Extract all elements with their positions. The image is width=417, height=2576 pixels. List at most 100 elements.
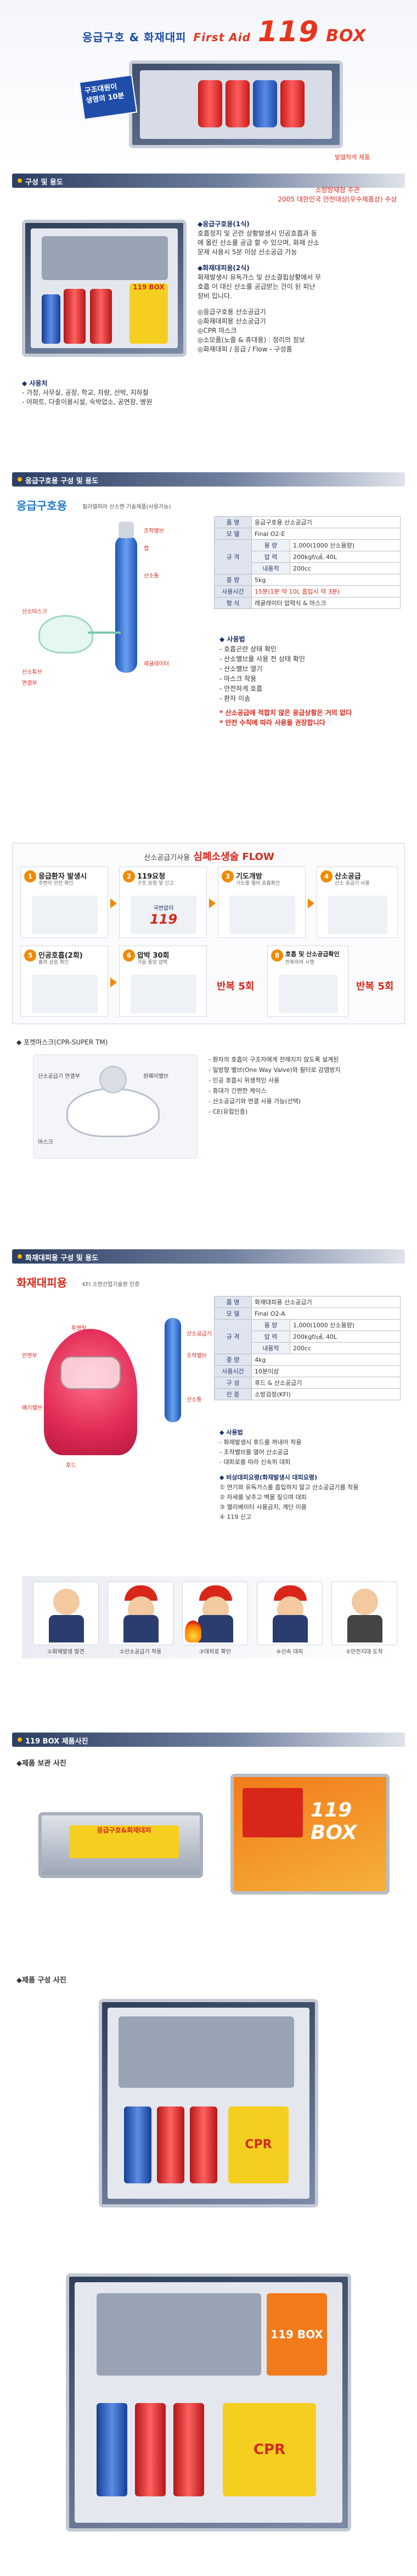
- label-tank: 산소통: [144, 573, 159, 579]
- award-line: 2005 대한민국 안전대상(우수제품상) 수상: [278, 195, 397, 203]
- step-illustration: [279, 975, 338, 1013]
- case-sign-text: 응급구호&화재대피: [97, 1826, 151, 1834]
- cartoon-caption: ③대피로 확인: [199, 1649, 232, 1655]
- table-row: 품 명 화재대피용 산소공급기: [214, 1296, 401, 1308]
- cpr-pack: CPR: [223, 2403, 316, 2496]
- table-row: 사용시간 15분(1분 약 10L 흡입시 약 3분): [214, 585, 401, 597]
- evacuation-cartoon-2: [108, 1582, 173, 1645]
- note-line: ① 연기와 유독가스를 흡입하지 말고 산소공급기를 착용: [219, 1484, 359, 1491]
- evacuation-cartoon-4: [257, 1582, 323, 1645]
- repeat-label: 반복 5회: [356, 981, 394, 992]
- cpr-line: - 환자의 호흡이 구조자에게 전해지지 않도록 설계된: [208, 1056, 339, 1063]
- usage-line: - 조작밸브를 열어 산소공급: [219, 1449, 289, 1456]
- table-row: 중 량 4kg: [214, 1354, 401, 1366]
- cpr-part-label: 마스크: [38, 1139, 53, 1145]
- step-number: 6: [123, 949, 135, 962]
- step-title: 응급환자 발생시: [38, 873, 87, 881]
- cpr-part-label: 원웨이밸브: [143, 1074, 168, 1080]
- table-cell: 10분이상: [251, 1365, 401, 1377]
- section-bar-emergency: 응급구호용 구성 및 용도: [12, 472, 405, 487]
- step-title: 호흡 및 산소공급확인: [285, 951, 340, 958]
- badge-number: 119: [149, 911, 178, 927]
- step-illustration: [32, 896, 98, 934]
- parts-photo-label: ◆제품 구성 사진: [16, 1976, 66, 1985]
- cpr-pack-text: CPR: [245, 2138, 272, 2152]
- table-row: 사용시간 10분이상: [214, 1365, 401, 1377]
- flow-step-3: 3 기도개방 기도를 열어 호흡확인: [218, 867, 306, 938]
- step-number: 2: [123, 870, 135, 882]
- table-cell: 1,000(1000 산소용량): [290, 539, 401, 551]
- section-title: 응급구호용 구성 및 용도: [25, 477, 99, 485]
- box-label: 119 BOX: [129, 283, 168, 344]
- cartoon-caption: ④신속 대피: [276, 1649, 303, 1655]
- storage-photo-label: ◆제품 보관 사진: [16, 1759, 66, 1768]
- table-cell: 화재대피용 산소공급기: [251, 1296, 401, 1308]
- oxygen-can-red: [90, 289, 112, 344]
- table-row: 모 델 Final O2-A: [214, 1307, 401, 1320]
- table-cell: 응급구호용 산소공급기: [251, 516, 401, 528]
- label-mask: 산소마스크: [22, 609, 47, 615]
- face-icon: [352, 1589, 378, 1615]
- oxygen-mask-icon: [38, 615, 93, 653]
- step-number: 5: [24, 949, 36, 962]
- emergency-subheading: 필라델피아 산소캔 기술제품(사용가능): [82, 504, 171, 510]
- cpr-line: - CE(유럽인증): [208, 1108, 248, 1115]
- usage-places-title: ◆ 사용처: [22, 379, 48, 387]
- flow-title-main: 심폐소생술 FLOW: [193, 851, 274, 863]
- case-lid-panel: [119, 2016, 294, 2088]
- cartoon-caption: ②산소공급기 착용: [119, 1649, 162, 1655]
- label-regulator: 레귤레이터: [144, 661, 169, 667]
- hero-title-box: BOX: [326, 26, 367, 46]
- step-title: 압박 30회: [137, 952, 170, 960]
- table-cell: 사용시간: [214, 1365, 252, 1377]
- step-sub: 구조 요청 및 신고: [137, 881, 174, 886]
- table-cell: 내용적: [251, 1342, 290, 1354]
- hero-caption: 발열착색 제품: [335, 154, 370, 161]
- step-illustration: 국번없이 119: [131, 896, 196, 934]
- bullet-icon: [18, 1254, 22, 1259]
- usage-places-line: - 아파트, 다중이용시설, 숙박업소, 공연장, 병원: [22, 398, 153, 406]
- hero-title-brand: First Aid: [193, 31, 251, 44]
- parts-line: ◎화재대피용 산소공급기: [198, 317, 266, 325]
- section-title: 119 BOX 제품사진: [25, 1737, 88, 1746]
- hero-sign: 구조대원이 생명의 10분: [78, 74, 138, 120]
- box-label-text: 119 BOX: [133, 283, 165, 291]
- step-number: 1: [24, 870, 36, 882]
- valve-icon: [119, 522, 134, 538]
- flow-step-4: 4 산소공급 산소 공급기 사용: [317, 867, 398, 938]
- table-cell: 모 델: [214, 1307, 252, 1320]
- orange-case-photo: 119 BOX: [230, 1774, 390, 1895]
- step-illustration: [131, 975, 196, 1013]
- table-cell: Final O2-A: [251, 1307, 401, 1320]
- table-cell: 사용시간: [214, 585, 252, 597]
- table-cell: 품 명: [214, 1296, 252, 1308]
- hood-part-label: 산소통: [187, 1397, 202, 1403]
- award-note: 소방방재청 주관 2005 대한민국 안전대상(우수제품상) 수상: [274, 186, 401, 204]
- step-sub: 반복하여 시행: [285, 960, 314, 965]
- cpr-line: - 휴대가 간편한 케이스: [208, 1087, 267, 1094]
- hood-part-label: 배기밸브: [22, 1405, 42, 1411]
- oxygen-tank-icon: [165, 1318, 181, 1422]
- visor-icon: [60, 1356, 121, 1389]
- step-title: 기도개방: [236, 873, 262, 881]
- step-illustration: [328, 896, 387, 934]
- case-sign-panel: [243, 1788, 303, 1837]
- case-brand-text: 119 BOX: [271, 2328, 323, 2341]
- fire-heading: 화재대피용: [16, 1276, 67, 1289]
- emergency-usage: ◆ 사용법 - 호흡곤란 상태 확인 - 산소밸브를 사용 전 상태 확인 - …: [219, 634, 401, 728]
- usage-title: ◆ 사용법: [219, 635, 245, 643]
- table-cell: 중 량: [214, 574, 252, 586]
- case-lid-panel: [97, 2293, 261, 2376]
- bullet-icon: [18, 1737, 22, 1742]
- step-sub: 가슴 중앙 압박: [137, 960, 168, 965]
- table-cell: 레귤레이터 압력식 & 마스크: [251, 597, 401, 609]
- usage-line: - 환자 이송: [219, 695, 251, 702]
- usage-emergency-title: ◆응급구호용(1식): [198, 220, 250, 228]
- flow-step-2: 2 119요청 구조 요청 및 신고 국번없이 119: [119, 867, 207, 938]
- section-bar-fire: 화재대피용 구성 및 용도: [12, 1249, 405, 1264]
- table-cell: 압 력: [251, 1331, 290, 1343]
- section-bar-photos: 119 BOX 제품사진: [12, 1733, 405, 1747]
- cpr-line: - 일방향 밸브(One Way Valve)와 필터로 감염방지: [208, 1066, 341, 1074]
- case-lid-panel: [42, 236, 168, 280]
- usage-places: ◆ 사용처 - 가정, 사무실, 공장, 학교, 차량, 선박, 지하철 - 아…: [22, 379, 401, 407]
